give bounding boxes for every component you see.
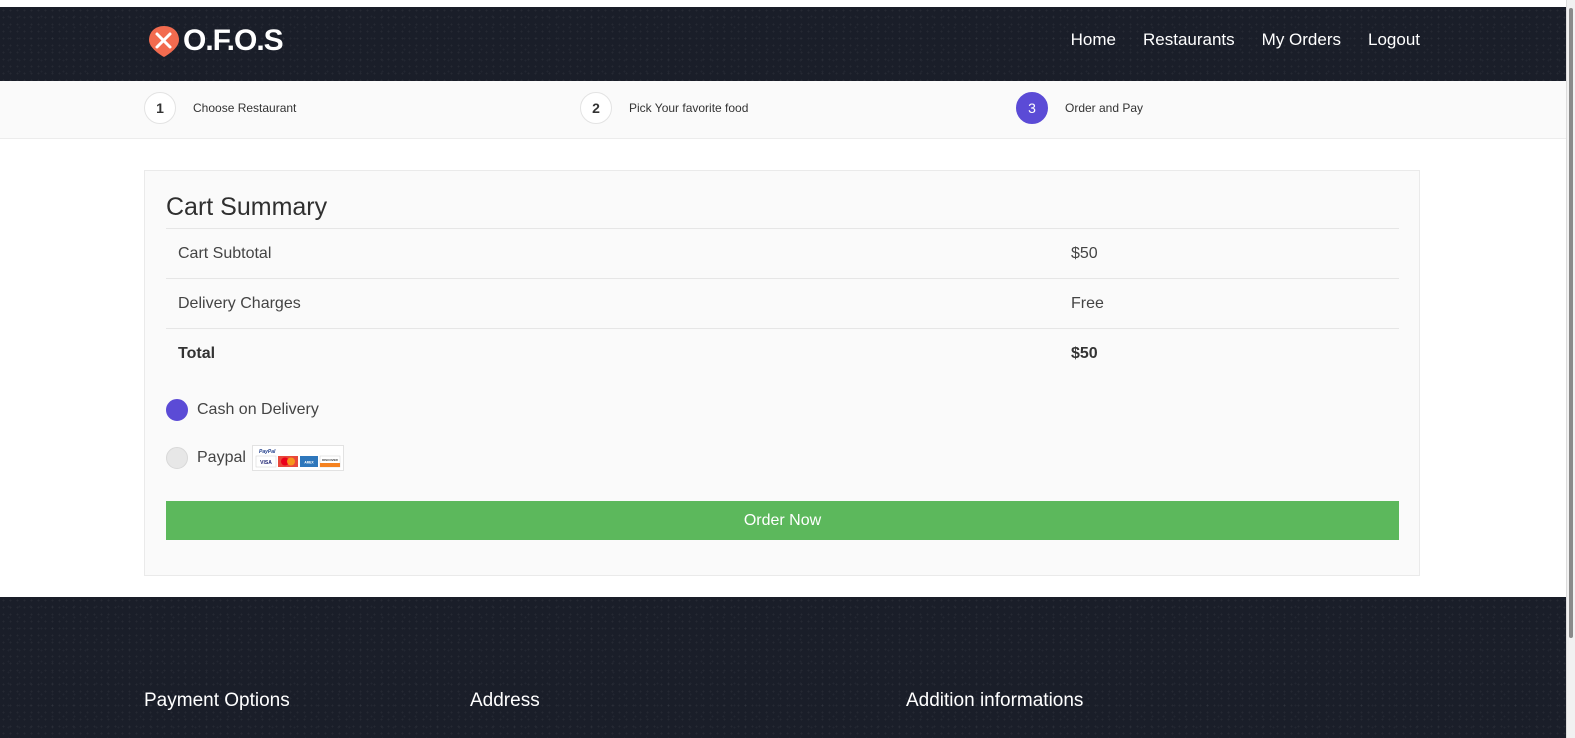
order-steps: 1 Choose Restaurant 2 Pick Your favorite…	[0, 81, 1566, 139]
discover-logo-text: DISCOVER	[322, 458, 339, 462]
cod-radio[interactable]	[166, 399, 188, 421]
row-value: Free	[1071, 295, 1104, 312]
nav-logout[interactable]: Logout	[1368, 30, 1420, 50]
row-label: Cart Subtotal	[178, 245, 272, 262]
step-number: 3	[1016, 92, 1048, 124]
nav-restaurants[interactable]: Restaurants	[1143, 30, 1235, 50]
page: O.F.O.S Home Restaurants My Orders Logou…	[0, 0, 1575, 738]
payment-option-label: Paypal	[197, 449, 246, 466]
step-number: 1	[144, 92, 176, 124]
row-value: $50	[1071, 245, 1098, 262]
visa-logo-text: VISA	[260, 460, 272, 466]
card-logos-icon: PayPal VISA AMEX DISCOVER	[251, 445, 344, 471]
paypal-radio[interactable]	[166, 447, 188, 469]
step-label: Pick Your favorite food	[629, 101, 749, 115]
top-strip	[0, 0, 1575, 7]
fork-knife-pin-icon	[147, 24, 181, 58]
cart-summary-card: Cart Summary Cart Subtotal $50 Delivery …	[144, 170, 1420, 576]
row-value: $50	[1071, 345, 1098, 362]
cart-summary-title: Cart Summary	[166, 193, 328, 221]
row-label: Delivery Charges	[178, 295, 301, 312]
footer-heading-payment-options: Payment Options	[144, 690, 290, 711]
payment-option-label: Cash on Delivery	[197, 401, 319, 418]
site-header: O.F.O.S Home Restaurants My Orders Logou…	[0, 7, 1566, 81]
step-order-and-pay: 3 Order and Pay	[1016, 92, 1143, 124]
main-nav: Home Restaurants My Orders Logout	[1071, 30, 1420, 50]
step-label: Choose Restaurant	[193, 101, 297, 115]
row-label: Total	[178, 345, 216, 362]
paypal-logo-text: PayPal	[259, 449, 276, 455]
step-choose-restaurant: 1 Choose Restaurant	[144, 92, 296, 124]
order-now-button[interactable]: Order Now	[166, 501, 1399, 540]
step-pick-food: 2 Pick Your favorite food	[580, 92, 748, 124]
main-content: Cart Summary Cart Subtotal $50 Delivery …	[0, 139, 1566, 597]
footer-heading-additional-info: Addition informations	[906, 690, 1084, 711]
nav-my-orders[interactable]: My Orders	[1262, 30, 1341, 50]
logo[interactable]: O.F.O.S	[147, 24, 284, 58]
footer-heading-address: Address	[470, 690, 540, 711]
site-footer: Payment Options Address Addition informa…	[0, 597, 1566, 738]
nav-home[interactable]: Home	[1071, 30, 1116, 50]
payment-option-cod[interactable]: Cash on Delivery	[166, 399, 319, 421]
row-total: Total $50	[166, 328, 1399, 378]
scrollbar-thumb[interactable]	[1569, 8, 1573, 638]
page-scrollbar[interactable]	[1566, 0, 1575, 738]
amex-logo-text: AMEX	[304, 461, 314, 465]
payment-option-paypal[interactable]: Paypal PayPal VISA AMEX DISCOVER	[166, 445, 344, 471]
brand-name: O.F.O.S	[183, 24, 284, 57]
row-delivery-charges: Delivery Charges Free	[166, 278, 1399, 328]
row-cart-subtotal: Cart Subtotal $50	[166, 228, 1399, 278]
step-label: Order and Pay	[1065, 101, 1144, 115]
step-number: 2	[580, 92, 612, 124]
